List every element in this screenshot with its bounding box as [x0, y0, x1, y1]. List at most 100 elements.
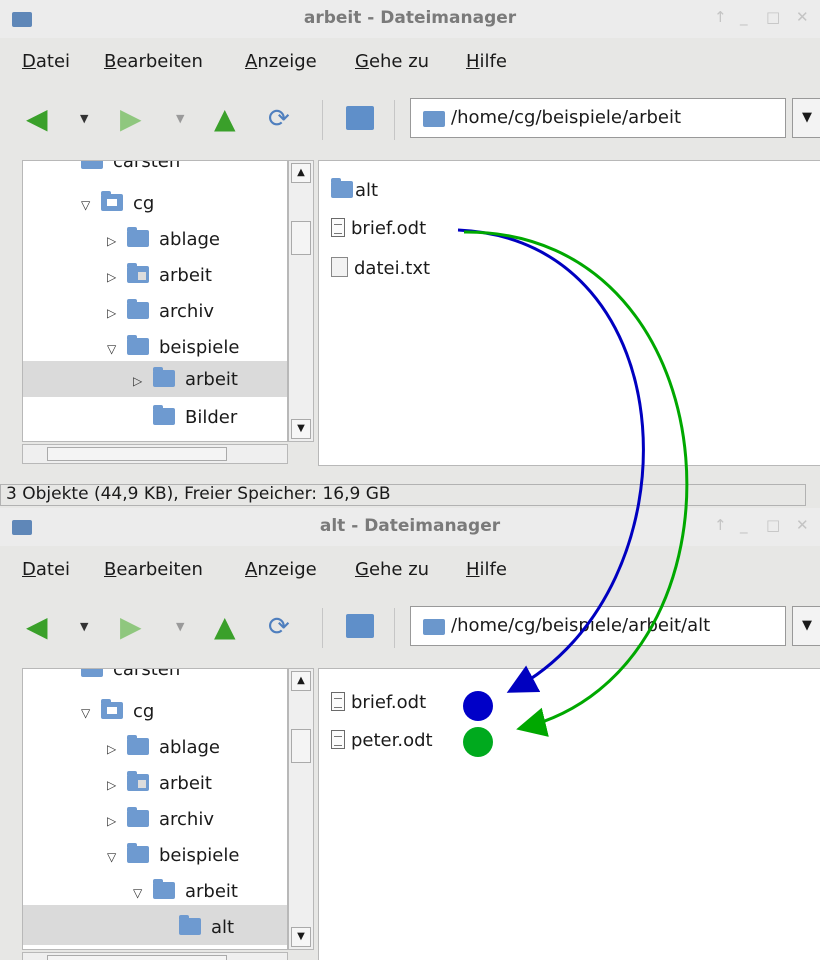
menu-bearbeiten[interactable]: Bearbeiten: [104, 51, 203, 72]
expanded-icon[interactable]: ▽: [81, 698, 101, 728]
file-item-peter[interactable]: peter.odt: [331, 725, 433, 757]
go-back-icon[interactable]: ◀: [26, 612, 48, 642]
title-bar[interactable]: alt - Dateimanager ↑ _ □ ✕: [0, 508, 820, 546]
expanded-icon[interactable]: ▽: [133, 878, 153, 908]
forward-history-dropdown[interactable]: ▼: [176, 620, 184, 633]
path-dropdown-button[interactable]: ▼: [792, 606, 820, 646]
green-marker-dot: [463, 727, 493, 757]
tree-item-bilder[interactable]: Bilder: [153, 403, 237, 433]
maximize-button[interactable]: □: [766, 516, 780, 534]
tree-item-carsten[interactable]: carsten: [81, 161, 180, 177]
back-history-dropdown[interactable]: ▼: [80, 620, 88, 633]
tree-item-arbeit[interactable]: ▷ arbeit: [107, 261, 212, 291]
path-input[interactable]: /home/cg/beispiele/arbeit/alt: [410, 606, 786, 646]
close-button[interactable]: ✕: [796, 8, 809, 26]
window-title: arbeit - Dateimanager: [303, 8, 517, 28]
file-item-alt[interactable]: alt: [331, 175, 378, 207]
close-button[interactable]: ✕: [796, 516, 809, 534]
collapsed-icon[interactable]: ▷: [107, 770, 127, 800]
collapsed-icon[interactable]: ▷: [107, 226, 127, 256]
forward-history-dropdown[interactable]: ▼: [176, 112, 184, 125]
menu-anzeige[interactable]: Anzeige: [245, 559, 317, 580]
tree-item-arbeit-expanded[interactable]: ▽ arbeit: [133, 877, 238, 907]
tree-horizontal-scrollbar[interactable]: [22, 952, 288, 960]
home-folder-icon[interactable]: [346, 614, 374, 638]
tree-vertical-scrollbar[interactable]: ▲ ▼: [288, 160, 314, 442]
go-forward-icon[interactable]: ▶: [120, 104, 142, 134]
expanded-icon[interactable]: ▽: [81, 190, 101, 220]
file-manager-window-arbeit: arbeit - Dateimanager ↑ _ □ ✕ Datei Bear…: [0, 0, 820, 508]
tree-item-alt-selected[interactable]: alt: [179, 913, 234, 943]
scroll-thumb[interactable]: [291, 729, 311, 763]
minimize-button[interactable]: _: [740, 8, 748, 26]
folder-icon: [331, 178, 353, 198]
collapsed-icon[interactable]: ▷: [107, 262, 127, 292]
tree-item-arbeit-selected[interactable]: ▷ arbeit: [133, 365, 238, 395]
path-input[interactable]: /home/cg/beispiele/arbeit: [410, 98, 786, 138]
path-text: /home/cg/beispiele/arbeit: [451, 107, 682, 128]
scroll-up-icon[interactable]: ▲: [291, 163, 311, 183]
menu-hilfe[interactable]: Hilfe: [466, 51, 507, 72]
reload-icon[interactable]: ⟳: [268, 104, 290, 134]
home-folder-icon[interactable]: [346, 106, 374, 130]
path-folder-icon: [423, 619, 445, 635]
tree-item-ablage[interactable]: ▷ ablage: [107, 225, 220, 255]
go-up-icon[interactable]: ▲: [214, 612, 236, 642]
toolbar: ◀ ▼ ▶ ▼ ▲ ⟳ /home/cg/beispiele/arbeit/al…: [0, 596, 820, 658]
tree-item-carsten[interactable]: carsten: [81, 669, 180, 685]
go-forward-icon[interactable]: ▶: [120, 612, 142, 642]
back-history-dropdown[interactable]: ▼: [80, 112, 88, 125]
menu-gehe-zu[interactable]: Gehe zu: [355, 559, 429, 580]
scroll-thumb[interactable]: [291, 221, 311, 255]
folder-icon: [127, 263, 149, 283]
menu-datei[interactable]: Datei: [22, 559, 70, 580]
title-bar[interactable]: arbeit - Dateimanager ↑ _ □ ✕: [0, 0, 820, 38]
pin-icon[interactable]: ↑: [714, 516, 727, 534]
pin-icon[interactable]: ↑: [714, 8, 727, 26]
collapsed-icon[interactable]: ▷: [107, 806, 127, 836]
menu-hilfe[interactable]: Hilfe: [466, 559, 507, 580]
document-icon: [331, 692, 345, 711]
menu-gehe-zu[interactable]: Gehe zu: [355, 51, 429, 72]
menu-datei[interactable]: Datei: [22, 51, 70, 72]
file-item-datei[interactable]: datei.txt: [331, 253, 430, 285]
collapsed-icon[interactable]: ▷: [133, 366, 153, 396]
collapsed-icon[interactable]: ▷: [107, 734, 127, 764]
expanded-icon[interactable]: ▽: [107, 334, 127, 364]
menu-bearbeiten[interactable]: Bearbeiten: [104, 559, 203, 580]
folder-icon: [127, 735, 149, 755]
minimize-button[interactable]: _: [740, 516, 748, 534]
tree-item-ablage[interactable]: ▷ ablage: [107, 733, 220, 763]
tree-item-archiv[interactable]: ▷ archiv: [107, 805, 214, 835]
document-icon: [331, 218, 345, 237]
file-item-brief[interactable]: brief.odt: [331, 213, 426, 245]
maximize-button[interactable]: □: [766, 8, 780, 26]
folder-icon: [127, 227, 149, 247]
tree-item-archiv[interactable]: ▷ archiv: [107, 297, 214, 327]
scroll-thumb[interactable]: [47, 447, 227, 461]
home-folder-icon: [101, 191, 123, 211]
collapsed-icon[interactable]: ▷: [107, 298, 127, 328]
path-dropdown-button[interactable]: ▼: [792, 98, 820, 138]
scroll-down-icon[interactable]: ▼: [291, 419, 311, 439]
menu-anzeige[interactable]: Anzeige: [245, 51, 317, 72]
go-back-icon[interactable]: ◀: [26, 104, 48, 134]
folder-icon: [81, 161, 103, 169]
toolbar: ◀ ▼ ▶ ▼ ▲ ⟳ /home/cg/beispiele/arbeit ▼: [0, 88, 820, 150]
toolbar-separator: [322, 608, 323, 648]
scroll-thumb[interactable]: [47, 955, 227, 960]
expanded-icon[interactable]: ▽: [107, 842, 127, 872]
scroll-down-icon[interactable]: ▼: [291, 927, 311, 947]
tree-vertical-scrollbar[interactable]: ▲ ▼: [288, 668, 314, 950]
path-folder-icon: [423, 111, 445, 127]
go-up-icon[interactable]: ▲: [214, 104, 236, 134]
tree-item-cg[interactable]: ▽ cg: [81, 189, 154, 219]
tree-item-beispiele[interactable]: ▽ beispiele: [107, 841, 239, 871]
tree-item-beispiele[interactable]: ▽ beispiele: [107, 333, 239, 363]
tree-item-cg[interactable]: ▽ cg: [81, 697, 154, 727]
reload-icon[interactable]: ⟳: [268, 612, 290, 642]
tree-horizontal-scrollbar[interactable]: [22, 444, 288, 464]
tree-item-arbeit[interactable]: ▷ arbeit: [107, 769, 212, 799]
file-item-brief[interactable]: brief.odt: [331, 687, 426, 719]
scroll-up-icon[interactable]: ▲: [291, 671, 311, 691]
